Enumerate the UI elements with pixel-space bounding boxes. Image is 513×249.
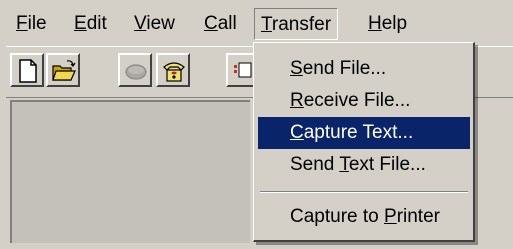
open-folder-icon xyxy=(52,60,76,81)
menu-item-send-text-file-prefix: Send xyxy=(290,154,340,175)
menu-view[interactable]: View xyxy=(128,8,181,40)
open-button[interactable] xyxy=(46,53,80,87)
menu-transfer-mnemonic: T xyxy=(261,14,272,35)
transfer-menu: Send File... Receive File... Capture Tex… xyxy=(253,42,475,242)
disconnect-icon xyxy=(125,64,147,80)
menu-file-label: ile xyxy=(27,13,47,34)
new-button[interactable] xyxy=(10,53,44,87)
properties-icon xyxy=(234,62,252,78)
menu-bar: File Edit View Call Transfer Help xyxy=(6,6,513,42)
menu-item-send-text-file-label: ext File... xyxy=(348,154,426,175)
menu-separator xyxy=(260,191,468,193)
menu-edit[interactable]: Edit xyxy=(68,8,113,40)
properties-button[interactable] xyxy=(226,53,256,87)
new-document-icon xyxy=(19,59,37,83)
menu-file-mnemonic: F xyxy=(16,13,28,34)
menu-transfer-label: ransfer xyxy=(271,14,332,35)
menu-item-receive-file-mnemonic: R xyxy=(290,90,304,111)
menu-item-send-file-label: end File... xyxy=(302,58,387,79)
menu-item-send-text-file-mnemonic: T xyxy=(339,154,349,175)
menu-item-capture-to-printer[interactable]: Capture to Printer xyxy=(258,201,470,233)
menu-call-mnemonic: C xyxy=(204,13,218,34)
menu-edit-mnemonic: E xyxy=(74,13,87,34)
menu-help-mnemonic: H xyxy=(368,13,382,34)
menu-item-capture-text-label: apture Text... xyxy=(303,122,414,143)
menu-call-label: all xyxy=(217,13,237,34)
call-button[interactable] xyxy=(156,53,190,87)
menu-item-capture-to-printer-prefix: Capture to xyxy=(290,206,384,227)
menu-view-label: iew xyxy=(146,13,175,34)
menu-item-send-file[interactable]: Send File... xyxy=(258,53,470,85)
menu-item-send-text-file[interactable]: Send Text File... xyxy=(258,149,470,181)
menu-item-capture-to-printer-label: rinter xyxy=(396,206,440,227)
menu-file[interactable]: File xyxy=(10,8,53,40)
menu-help[interactable]: Help xyxy=(362,8,413,40)
menu-item-capture-to-printer-mnemonic: P xyxy=(384,206,397,227)
menu-item-capture-text-mnemonic: C xyxy=(290,122,304,143)
menu-call[interactable]: Call xyxy=(198,8,243,40)
menu-item-send-file-mnemonic: S xyxy=(290,58,303,79)
menu-view-mnemonic: V xyxy=(134,13,147,34)
app-window: File Edit View Call Transfer Help Send F… xyxy=(0,0,513,249)
disconnect-button[interactable] xyxy=(118,53,152,87)
menu-edit-label: dit xyxy=(86,13,107,34)
menu-item-receive-file[interactable]: Receive File... xyxy=(258,85,470,117)
menu-item-capture-text[interactable]: Capture Text... xyxy=(258,117,470,149)
phone-icon xyxy=(163,62,185,82)
menu-item-receive-file-label: eceive File... xyxy=(303,90,411,111)
menu-transfer[interactable]: Transfer xyxy=(254,8,339,40)
terminal-area[interactable] xyxy=(10,100,250,243)
menu-help-label: elp xyxy=(381,13,408,34)
